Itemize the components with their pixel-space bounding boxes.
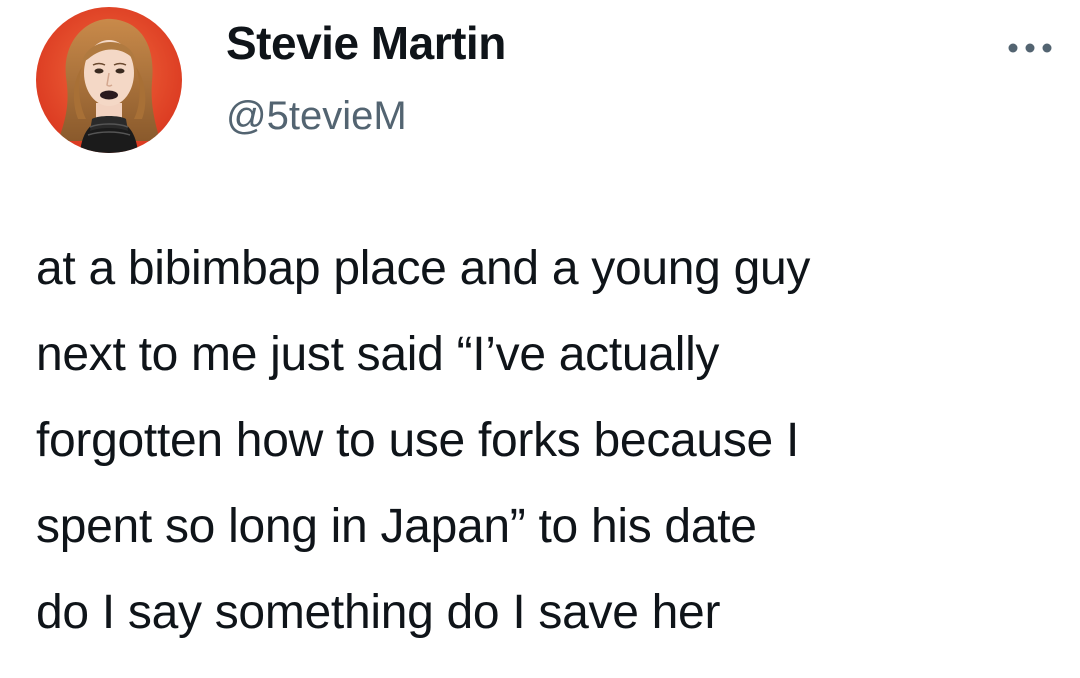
tweet-card: Stevie Martin @5tevieM at a bibimbap pla… bbox=[0, 0, 1080, 678]
profile-photo-icon bbox=[36, 7, 182, 153]
avatar[interactable] bbox=[36, 7, 182, 153]
tweet-text-line: next to me just said “I’ve actually bbox=[36, 328, 720, 381]
tweet-text: at a bibimbap place and a young guy next… bbox=[36, 226, 1066, 656]
tweet-text-line: spent so long in Japan” to his date bbox=[36, 500, 757, 553]
user-handle[interactable]: @5tevieM bbox=[226, 94, 407, 139]
more-options-button[interactable] bbox=[1000, 28, 1060, 68]
tweet-text-line: forgotten how to use forks because I bbox=[36, 414, 799, 467]
more-options-icon bbox=[1008, 43, 1052, 53]
tweet-text-line: do I say something do I save her bbox=[36, 586, 721, 639]
tweet-text-line: at a bibimbap place and a young guy bbox=[36, 242, 811, 295]
display-name[interactable]: Stevie Martin bbox=[226, 16, 506, 70]
